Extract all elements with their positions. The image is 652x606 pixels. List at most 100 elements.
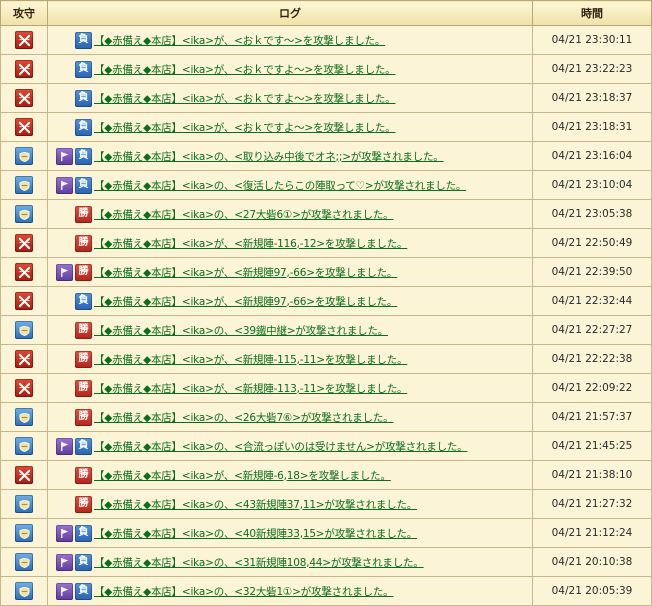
table-row-18: 負 【◆赤備え◆本店】<ika>の、<40新規陣33,15>が攻撃されました。 … xyxy=(0,518,652,548)
result-badge: 負 xyxy=(75,582,92,600)
table-row-8: 勝 【◆赤備え◆本店】<ika>が、<新規陣-116,-12>を攻撃しました。 … xyxy=(0,228,652,258)
log-link[interactable]: 【◆赤備え◆本店】<ika>が、<おｋですよ～>を攻撃しました。 xyxy=(94,120,396,135)
table-row-10: 負 【◆赤備え◆本店】<ika>が、<新規陣97,-66>を攻撃しました。 04… xyxy=(0,286,652,316)
time-cell: 04/21 22:50:49 xyxy=(532,228,652,258)
header-log: ログ xyxy=(47,0,533,26)
log-link[interactable]: 【◆赤備え◆本店】<ika>の、<43新規陣37,11>が攻撃されました。 xyxy=(94,497,417,512)
log-link[interactable]: 【◆赤備え◆本店】<ika>の、<復活したらこの陣取って♡>が攻撃されました。 xyxy=(94,178,466,193)
time-cell: 04/21 21:45:25 xyxy=(532,431,652,461)
table-row-7: 勝 【◆赤備え◆本店】<ika>の、<27大砦6①>が攻撃されました。 04/2… xyxy=(0,199,652,229)
result-badges: 勝 xyxy=(49,350,92,368)
side-cell xyxy=(0,344,48,374)
result-badge: 負 xyxy=(75,147,92,165)
result-badge: 勝 xyxy=(75,495,92,513)
result-badges: 負 xyxy=(49,147,92,165)
log-cell: 負 【◆赤備え◆本店】<ika>が、<おｋですよ～>を攻撃しました。 xyxy=(47,83,533,113)
log-cell: 勝 【◆赤備え◆本店】<ika>が、<新規陣97,-66>を攻撃しました。 xyxy=(47,257,533,287)
table-row-13: 勝 【◆赤備え◆本店】<ika>が、<新規陣-113,-11>を攻撃しました。 … xyxy=(0,373,652,403)
table-row-6: 負 【◆赤備え◆本店】<ika>の、<復活したらこの陣取って♡>が攻撃されました… xyxy=(0,170,652,200)
log-cell: 勝 【◆赤備え◆本店】<ika>の、<39鐵中継>が攻撃されました。 xyxy=(47,315,533,345)
time-cell: 04/21 22:27:27 xyxy=(532,315,652,345)
result-badges: 負 xyxy=(49,118,92,136)
result-badge: 負 xyxy=(75,89,92,107)
log-cell: 負 【◆赤備え◆本店】<ika>の、<復活したらこの陣取って♡>が攻撃されました… xyxy=(47,170,533,200)
shield-icon xyxy=(15,582,33,600)
shield-icon xyxy=(15,437,33,455)
time-cell: 04/21 21:38:10 xyxy=(532,460,652,490)
table-row-9: 勝 【◆赤備え◆本店】<ika>が、<新規陣97,-66>を攻撃しました。 04… xyxy=(0,257,652,287)
time-cell: 04/21 23:18:31 xyxy=(532,112,652,142)
header-row: 攻守 ログ 時間 xyxy=(0,0,652,26)
header-time: 時間 xyxy=(532,0,652,26)
log-link[interactable]: 【◆赤備え◆本店】<ika>が、<新規陣-115,-11>を攻撃しました。 xyxy=(94,352,407,367)
log-link[interactable]: 【◆赤備え◆本店】<ika>の、<32大砦1①>が攻撃されました。 xyxy=(94,584,394,599)
time-cell: 04/21 22:09:22 xyxy=(532,373,652,403)
log-link[interactable]: 【◆赤備え◆本店】<ika>の、<26大砦7⑥>が攻撃されました。 xyxy=(94,410,394,425)
result-badge: 負 xyxy=(75,553,92,571)
time-cell: 04/21 22:39:50 xyxy=(532,257,652,287)
time-cell: 04/21 22:22:38 xyxy=(532,344,652,374)
log-link[interactable]: 【◆赤備え◆本店】<ika>が、<新規陣-116,-12>を攻撃しました。 xyxy=(94,236,407,251)
time-cell: 04/21 20:10:38 xyxy=(532,547,652,577)
log-link[interactable]: 【◆赤備え◆本店】<ika>が、<新規陣97,-66>を攻撃しました。 xyxy=(94,265,397,280)
result-badges: 勝 xyxy=(49,263,92,281)
log-link[interactable]: 【◆赤備え◆本店】<ika>の、<31新規陣108,44>が攻撃されました。 xyxy=(94,555,424,570)
log-link[interactable]: 【◆赤備え◆本店】<ika>の、<40新規陣33,15>が攻撃されました。 xyxy=(94,526,417,541)
side-cell xyxy=(0,170,48,200)
log-link[interactable]: 【◆赤備え◆本店】<ika>が、<おｋですよ～>を攻撃しました。 xyxy=(94,91,396,106)
shield-icon xyxy=(15,408,33,426)
log-cell: 負 【◆赤備え◆本店】<ika>の、<31新規陣108,44>が攻撃されました。 xyxy=(47,547,533,577)
side-cell xyxy=(0,576,48,606)
flag-icon xyxy=(56,524,73,542)
table-row-14: 勝 【◆赤備え◆本店】<ika>の、<26大砦7⑥>が攻撃されました。 04/2… xyxy=(0,402,652,432)
result-badge: 勝 xyxy=(75,263,92,281)
log-link[interactable]: 【◆赤備え◆本店】<ika>が、<おｋですよ～>を攻撃しました。 xyxy=(94,62,396,77)
log-link[interactable]: 【◆赤備え◆本店】<ika>の、<27大砦6①>が攻撃されました。 xyxy=(94,207,394,222)
result-badges: 負 xyxy=(49,89,92,107)
log-cell: 勝 【◆赤備え◆本店】<ika>が、<新規陣-115,-11>を攻撃しました。 xyxy=(47,344,533,374)
table-row-20: 負 【◆赤備え◆本店】<ika>の、<32大砦1①>が攻撃されました。 04/2… xyxy=(0,576,652,606)
table-row-3: 負 【◆赤備え◆本店】<ika>が、<おｋですよ～>を攻撃しました。 04/21… xyxy=(0,83,652,113)
log-cell: 負 【◆赤備え◆本店】<ika>が、<おｋですよ～>を攻撃しました。 xyxy=(47,54,533,84)
time-cell: 04/21 23:30:11 xyxy=(532,25,652,55)
flag-icon xyxy=(56,553,73,571)
time-cell: 04/21 23:18:37 xyxy=(532,83,652,113)
time-cell: 04/21 21:27:32 xyxy=(532,489,652,519)
log-cell: 負 【◆赤備え◆本店】<ika>の、<40新規陣33,15>が攻撃されました。 xyxy=(47,518,533,548)
log-cell: 負 【◆赤備え◆本店】<ika>が、<おｋですよ～>を攻撃しました。 xyxy=(47,112,533,142)
log-link[interactable]: 【◆赤備え◆本店】<ika>が、<新規陣-113,-11>を攻撃しました。 xyxy=(94,381,407,396)
shield-icon xyxy=(15,524,33,542)
side-cell xyxy=(0,373,48,403)
shield-icon xyxy=(15,495,33,513)
log-link[interactable]: 【◆赤備え◆本店】<ika>の、<合流っぽいのは受けません>が攻撃されました。 xyxy=(94,439,468,454)
side-cell xyxy=(0,257,48,287)
log-cell: 負 【◆赤備え◆本店】<ika>が、<新規陣97,-66>を攻撃しました。 xyxy=(47,286,533,316)
side-cell xyxy=(0,431,48,461)
log-link[interactable]: 【◆赤備え◆本店】<ika>が、<新規陣97,-66>を攻撃しました。 xyxy=(94,294,397,309)
result-badges: 勝 xyxy=(49,234,92,252)
side-cell xyxy=(0,54,48,84)
result-badge: 負 xyxy=(75,118,92,136)
side-cell xyxy=(0,315,48,345)
log-link[interactable]: 【◆赤備え◆本店】<ika>の、<取り込み中後でオネ;;>が攻撃されました。 xyxy=(94,149,444,164)
log-cell: 勝 【◆赤備え◆本店】<ika>が、<新規陣-113,-11>を攻撃しました。 xyxy=(47,373,533,403)
result-badge: 勝 xyxy=(75,350,92,368)
log-link[interactable]: 【◆赤備え◆本店】<ika>が、<おｋです～>を攻撃しました。 xyxy=(94,33,385,48)
crossed-swords-icon xyxy=(15,234,33,252)
side-cell xyxy=(0,228,48,258)
flag-icon xyxy=(56,147,73,165)
result-badge: 負 xyxy=(75,437,92,455)
table-row-5: 負 【◆赤備え◆本店】<ika>の、<取り込み中後でオネ;;>が攻撃されました。… xyxy=(0,141,652,171)
result-badges: 負 xyxy=(49,524,92,542)
result-badges: 負 xyxy=(49,60,92,78)
crossed-swords-icon xyxy=(15,60,33,78)
result-badges: 負 xyxy=(49,292,92,310)
log-link[interactable]: 【◆赤備え◆本店】<ika>が、<新規陣-6,18>を攻撃しました。 xyxy=(94,468,391,483)
log-body: 負 【◆赤備え◆本店】<ika>が、<おｋです～>を攻撃しました。 04/21 … xyxy=(0,25,652,606)
side-cell xyxy=(0,199,48,229)
log-link[interactable]: 【◆赤備え◆本店】<ika>の、<39鐵中継>が攻撃されました。 xyxy=(94,323,388,338)
side-cell xyxy=(0,25,48,55)
log-cell: 勝 【◆赤備え◆本店】<ika>が、<新規陣-6,18>を攻撃しました。 xyxy=(47,460,533,490)
table-row-4: 負 【◆赤備え◆本店】<ika>が、<おｋですよ～>を攻撃しました。 04/21… xyxy=(0,112,652,142)
side-cell xyxy=(0,402,48,432)
